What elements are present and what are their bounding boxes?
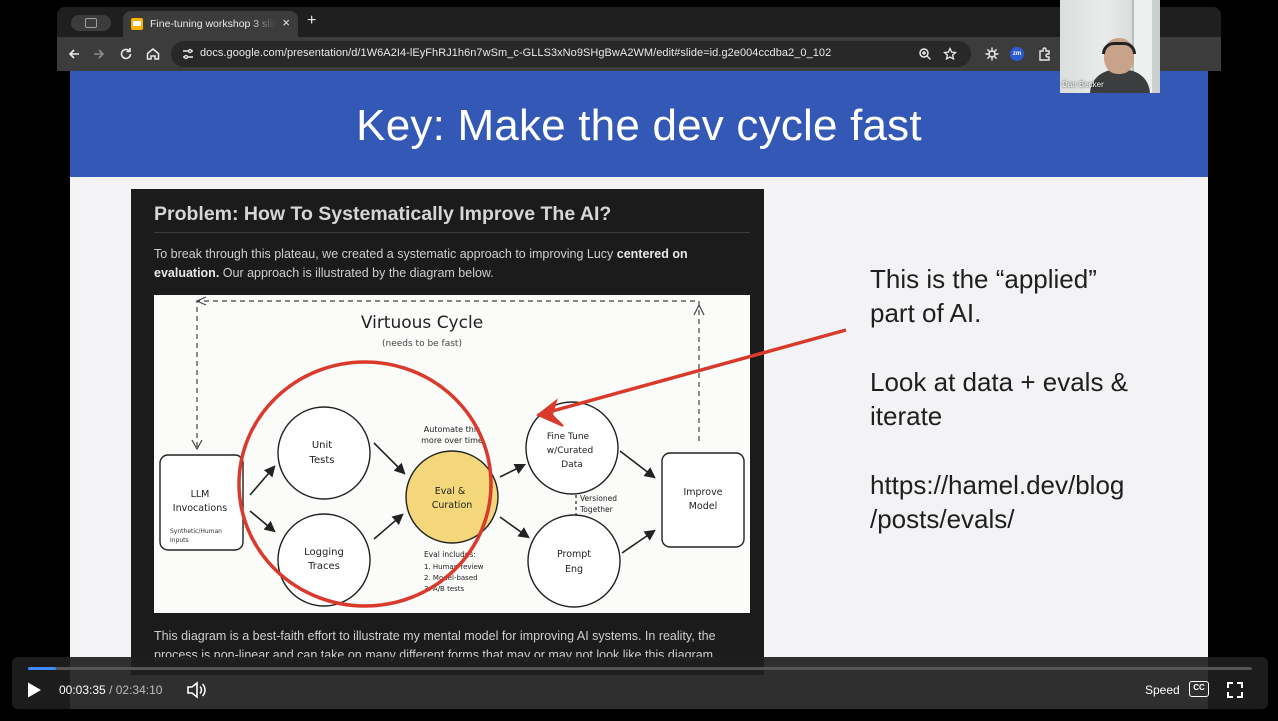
speed-button[interactable]: Speed <box>1145 683 1180 697</box>
browser-toolbar: docs.google.com/presentation/d/1W6A2I4-l… <box>57 37 1221 71</box>
forward-arrow-icon[interactable] <box>90 45 108 63</box>
llm-label-1: LLM <box>191 489 210 500</box>
slide-header-band: Key: Make the dev cycle fast <box>70 71 1208 177</box>
note-look-2: iterate <box>870 401 943 431</box>
logging-label-2: Traces <box>307 561 340 572</box>
browser-window: Fine-tuning workshop 3 slides × + docs.g… <box>57 7 1221 709</box>
prompt-label-1: Prompt <box>557 549 591 560</box>
unit-tests-label-1: Unit <box>312 440 332 451</box>
slides-canvas: Key: Make the dev cycle fast Problem: Ho… <box>57 71 1221 709</box>
video-stage: Fine-tuning workshop 3 slides × + docs.g… <box>0 0 1278 721</box>
eval-label-1: Eval & <box>435 486 466 497</box>
bookmark-star-icon[interactable] <box>942 46 958 61</box>
slide-title: Key: Make the dev cycle fast <box>356 101 922 150</box>
tab-slides[interactable]: Fine-tuning workshop 3 slides × <box>123 11 298 37</box>
eval-label-2: Curation <box>432 500 473 511</box>
tab-strip: Fine-tuning workshop 3 slides × + <box>57 7 1221 37</box>
play-icon[interactable] <box>26 681 42 699</box>
note-link-1: https://hamel.dev/blog <box>870 470 1125 500</box>
improve-label-2: Model <box>689 501 718 512</box>
improve-label-1: Improve <box>683 487 722 498</box>
prompt-label-2: Eng <box>565 564 583 575</box>
diagram-title: Virtuous Cycle <box>361 313 483 333</box>
article-heading: Problem: How To Systematically Improve T… <box>154 203 612 225</box>
duration: 02:34:10 <box>115 683 163 697</box>
tab-title: Fine-tuning workshop 3 slides <box>150 18 275 30</box>
progress-fill <box>28 667 57 670</box>
intro-text-end: Our approach is illustrated by the diagr… <box>219 266 494 280</box>
url-text: docs.google.com/presentation/d/1W6A2I4-l… <box>200 47 832 59</box>
finetune-label-1: Fine Tune <box>547 432 590 442</box>
captions-icon[interactable]: CC <box>1189 681 1209 697</box>
time-separator: / <box>109 683 113 697</box>
note-applied-1: This is the “applied” <box>870 264 1097 294</box>
extension-gear-icon[interactable] <box>984 46 1000 62</box>
slide: Key: Make the dev cycle fast Problem: Ho… <box>70 71 1208 709</box>
slides-favicon-icon <box>131 18 143 30</box>
llm-note-1: Synthetic/Human <box>170 528 222 535</box>
tab-list-icon <box>85 18 97 28</box>
automate-label-2: more over time <box>421 436 483 445</box>
extensions-puzzle-icon[interactable] <box>1037 46 1053 62</box>
prompt-eng-circle <box>527 514 621 608</box>
llm-label-2: Invocations <box>173 503 227 514</box>
eval-item-2: 2. Model-based <box>424 574 478 582</box>
new-tab-button[interactable]: + <box>307 13 316 29</box>
note-look-1: Look at data + evals & <box>870 367 1129 397</box>
site-info-icon[interactable] <box>181 47 195 61</box>
back-arrow-icon[interactable] <box>65 45 83 63</box>
time-display: 00:03:35 / 02:34:10 <box>59 683 162 697</box>
versioned-label-1: Versioned <box>580 494 617 503</box>
article-screenshot: Problem: How To Systematically Improve T… <box>131 189 764 675</box>
fullscreen-icon[interactable] <box>1226 681 1244 699</box>
headphones <box>1102 42 1136 54</box>
volume-icon[interactable] <box>186 681 206 699</box>
versioned-label-2: Together <box>579 505 614 514</box>
intro-text-start: To break through this plateau, we create… <box>154 247 617 261</box>
diagram-subtitle: (needs to be fast) <box>382 339 462 349</box>
unit-tests-circle <box>277 406 371 500</box>
heading-divider <box>154 232 750 233</box>
tab-search-button[interactable] <box>71 15 111 31</box>
current-time: 00:03:35 <box>59 683 106 697</box>
unit-tests-label-2: Tests <box>309 455 335 466</box>
eval-item-1: 1. Human review <box>424 563 484 571</box>
zoom-extension-icon[interactable]: zm <box>1010 47 1024 61</box>
note-link-2: /posts/evals/ <box>870 504 1015 534</box>
automate-label-1: Automate this <box>424 425 480 434</box>
reload-icon[interactable] <box>117 45 135 63</box>
logging-traces-circle <box>277 513 371 607</box>
speaker-name: Dan Becker <box>1062 80 1104 89</box>
note-applied-2: part of AI. <box>870 298 982 328</box>
video-controls: 00:03:35 / 02:34:10 Speed CC <box>12 657 1268 709</box>
eval-item-3: 3. A/B tests <box>424 585 465 593</box>
home-icon[interactable] <box>144 45 162 63</box>
improve-model-box <box>661 452 745 548</box>
zoom-icon[interactable] <box>918 47 932 61</box>
tab-close-icon[interactable]: × <box>282 16 290 30</box>
progress-bar[interactable] <box>28 667 1252 670</box>
finetune-label-2: w/Curated <box>547 446 593 456</box>
finetune-label-3: Data <box>561 460 583 470</box>
llm-note-2: Inputs <box>170 537 189 544</box>
article-intro: To break through this plateau, we create… <box>154 245 744 283</box>
eval-curation-circle <box>405 450 499 544</box>
virtuous-cycle-diagram: Virtuous Cycle (needs to be fast) LLM In… <box>154 295 750 613</box>
address-bar[interactable]: docs.google.com/presentation/d/1W6A2I4-l… <box>171 41 971 67</box>
eval-includes-label: Eval includes: <box>424 550 476 559</box>
logging-label-1: Logging <box>304 547 344 558</box>
webcam-tile: Dan Becker <box>1060 0 1160 93</box>
